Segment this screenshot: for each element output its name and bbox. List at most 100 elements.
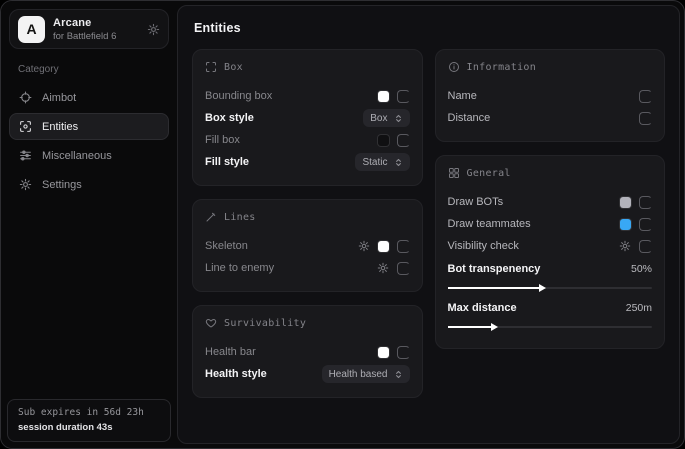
right-column: Information Name Distance — [435, 49, 666, 349]
app-subtitle: for Battlefield 6 — [53, 31, 116, 42]
row-skeleton: Skeleton — [205, 235, 410, 257]
color-swatch[interactable] — [620, 219, 631, 230]
color-swatch[interactable] — [378, 347, 389, 358]
color-swatch[interactable] — [378, 241, 389, 252]
color-swatch[interactable] — [620, 197, 631, 208]
brand-card: A Arcane for Battlefield 6 — [9, 9, 169, 49]
row-label: Fill box — [205, 134, 240, 146]
sliders-icon — [19, 149, 32, 162]
row-label: Max distance — [448, 302, 517, 314]
row-label: Visibility check — [448, 240, 519, 252]
max-distance-slider[interactable] — [448, 326, 653, 328]
bounding-box-checkbox[interactable] — [397, 90, 410, 103]
sidebar-item-label: Aimbot — [42, 92, 76, 104]
draw-teammates-checkbox[interactable] — [639, 218, 652, 231]
row-label: Distance — [448, 112, 491, 124]
health-bar-checkbox[interactable] — [397, 346, 410, 359]
general-card: General Draw BOTs Draw teammates — [435, 155, 666, 349]
sidebar-item-miscellaneous[interactable]: Miscellaneous — [9, 142, 169, 169]
max-distance-slider-group: Max distance 250m — [448, 297, 653, 328]
sidebar-nav: Aimbot Entities Miscella — [9, 84, 169, 198]
chevrons-up-down-icon — [394, 158, 403, 167]
chevrons-up-down-icon — [394, 370, 403, 379]
bot-transparency-slider-group: Bot transpenency 50% — [448, 258, 653, 289]
row-label: Bot transpenency — [448, 263, 541, 275]
main-panel: Entities Box Bounding box — [177, 5, 680, 444]
row-label: Name — [448, 90, 477, 102]
row-label: Draw teammates — [448, 218, 531, 230]
row-draw-teammates: Draw teammates — [448, 213, 653, 235]
row-health-style: Health style Health based — [205, 363, 410, 385]
section-title: Box — [224, 62, 243, 73]
sidebar-item-label: Entities — [42, 121, 78, 133]
pencil-line-icon — [205, 211, 217, 223]
app-window: A Arcane for Battlefield 6 Category — [0, 0, 685, 449]
info-icon — [448, 61, 460, 73]
distance-checkbox[interactable] — [639, 112, 652, 125]
session-duration-text: session duration 43s — [18, 422, 160, 433]
row-distance: Distance — [448, 107, 653, 129]
row-bounding-box: Bounding box — [205, 85, 410, 107]
skeleton-checkbox[interactable] — [397, 240, 410, 253]
sidebar-item-entities[interactable]: Entities — [9, 113, 169, 140]
bot-transparency-slider[interactable] — [448, 287, 653, 289]
row-label: Box style — [205, 112, 254, 124]
sidebar-item-label: Settings — [42, 179, 82, 191]
box-style-dropdown[interactable]: Box — [363, 109, 409, 127]
page-title: Entities — [194, 21, 665, 35]
row-label: Skeleton — [205, 240, 248, 252]
line-to-enemy-settings-icon[interactable] — [377, 262, 389, 274]
section-title: Survivability — [224, 318, 306, 329]
grid-icon — [448, 167, 460, 179]
subscription-info: Sub expires in 56d 23h session duration … — [7, 399, 171, 442]
row-max-distance: Max distance 250m — [448, 297, 653, 319]
line-to-enemy-checkbox[interactable] — [397, 262, 410, 275]
sub-expiry-text: Sub expires in 56d 23h — [18, 407, 160, 418]
app-logo: A — [18, 16, 45, 43]
row-bot-transparency: Bot transpenency 50% — [448, 258, 653, 280]
row-health-bar: Health bar — [205, 341, 410, 363]
heart-icon — [205, 317, 217, 329]
gear-icon — [19, 178, 32, 191]
slider-fill — [448, 326, 493, 328]
row-name: Name — [448, 85, 653, 107]
visibility-check-settings-icon[interactable] — [619, 240, 631, 252]
row-draw-bots: Draw BOTs — [448, 191, 653, 213]
dropdown-value: Box — [370, 113, 387, 124]
color-swatch[interactable] — [378, 135, 389, 146]
sidebar: A Arcane for Battlefield 6 Category — [1, 1, 177, 448]
row-label: Fill style — [205, 156, 249, 168]
row-visibility-check: Visibility check — [448, 235, 653, 257]
draw-bots-checkbox[interactable] — [639, 196, 652, 209]
fill-box-checkbox[interactable] — [397, 134, 410, 147]
fill-style-dropdown[interactable]: Static — [355, 153, 409, 171]
color-swatch[interactable] — [378, 91, 389, 102]
section-title: General — [467, 168, 511, 179]
slider-value: 250m — [626, 302, 652, 314]
brand-gear-icon[interactable] — [147, 23, 160, 36]
box-card: Box Bounding box Box style Box — [192, 49, 423, 186]
name-checkbox[interactable] — [639, 90, 652, 103]
dropdown-value: Health based — [329, 369, 388, 380]
row-label: Health style — [205, 368, 267, 380]
visibility-check-checkbox[interactable] — [639, 240, 652, 253]
left-column: Box Bounding box Box style Box — [192, 49, 423, 398]
box-select-icon — [205, 61, 217, 73]
row-label: Bounding box — [205, 90, 272, 102]
category-label: Category — [18, 64, 169, 75]
sidebar-item-label: Miscellaneous — [42, 150, 112, 162]
slider-fill — [448, 287, 540, 289]
dropdown-value: Static — [362, 157, 387, 168]
row-label: Line to enemy — [205, 262, 274, 274]
crosshair-icon — [19, 91, 32, 104]
row-line-to-enemy: Line to enemy — [205, 257, 410, 279]
row-fill-box: Fill box — [205, 129, 410, 151]
sidebar-item-aimbot[interactable]: Aimbot — [9, 84, 169, 111]
slider-value: 50% — [631, 263, 652, 275]
skeleton-settings-icon[interactable] — [358, 240, 370, 252]
row-box-style: Box style Box — [205, 107, 410, 129]
section-title: Information — [467, 62, 537, 73]
sidebar-item-settings[interactable]: Settings — [9, 171, 169, 198]
health-style-dropdown[interactable]: Health based — [322, 365, 410, 383]
row-label: Health bar — [205, 346, 256, 358]
